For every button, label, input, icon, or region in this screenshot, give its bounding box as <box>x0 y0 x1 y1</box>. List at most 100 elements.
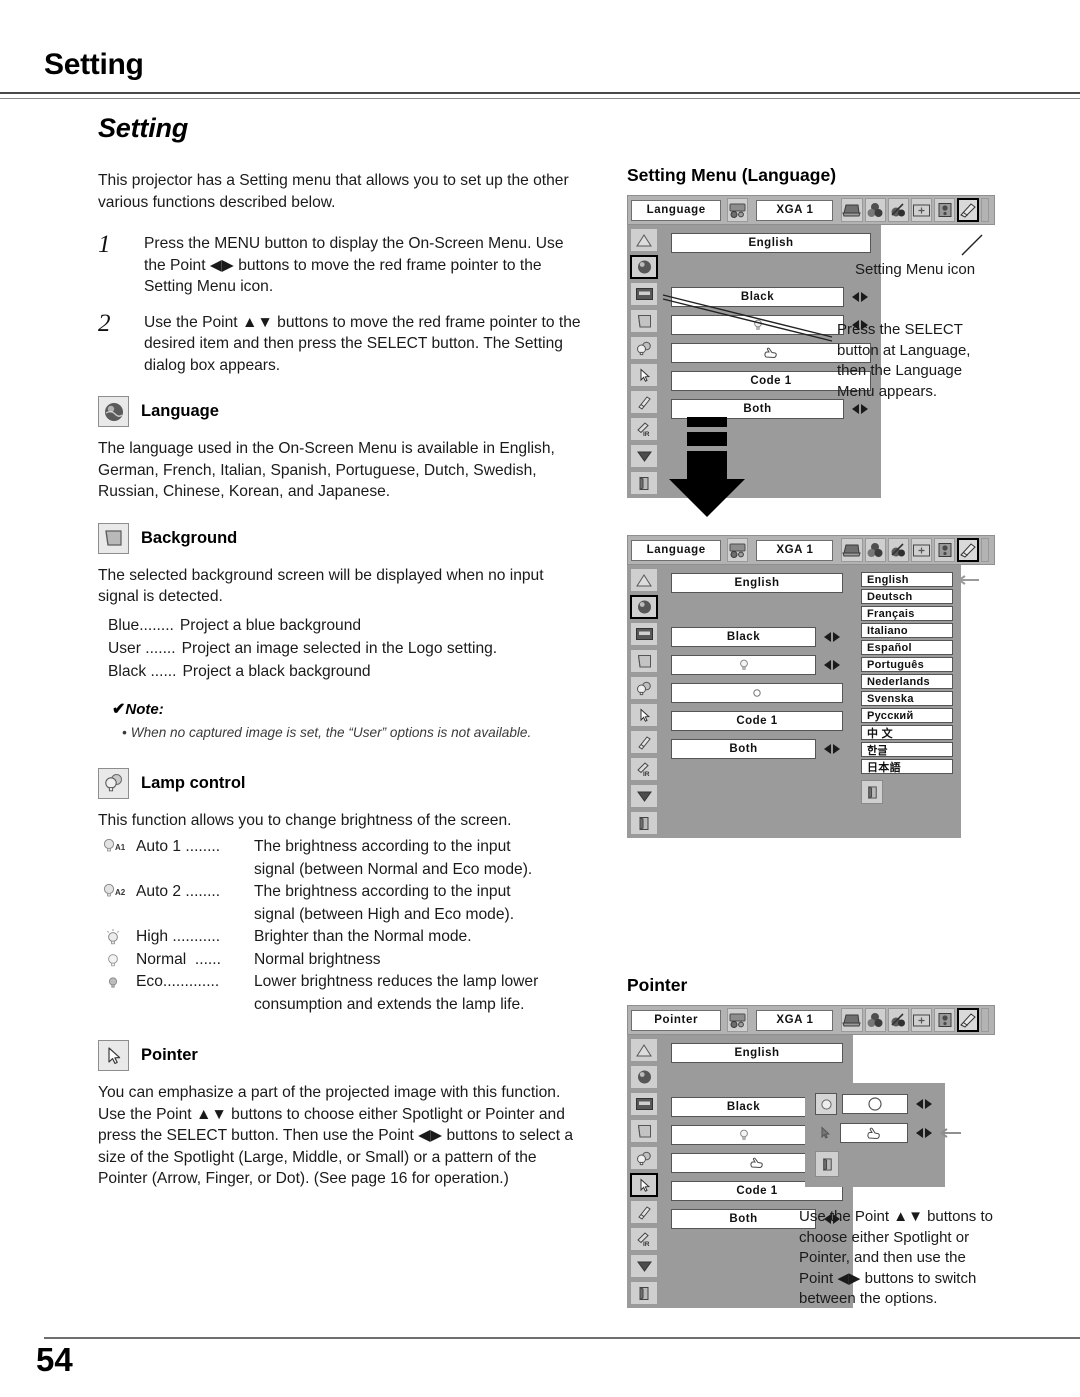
step-number: 2 <box>98 309 111 337</box>
background-icon[interactable] <box>630 309 658 333</box>
pointer-dialog-value <box>840 1123 908 1143</box>
lamp-icon[interactable] <box>630 1146 658 1170</box>
image-adjust-icon[interactable] <box>887 538 909 562</box>
input-source-icon[interactable] <box>727 538 749 562</box>
ir-receiver-icon[interactable]: IR <box>630 417 658 441</box>
logo-icon[interactable] <box>630 622 658 646</box>
keystone-icon[interactable] <box>630 228 658 252</box>
language-option-svenska[interactable]: Svenska <box>861 691 953 706</box>
osd-bar-edge <box>981 198 989 222</box>
color-adjust-icon[interactable] <box>864 1008 886 1032</box>
pointer-dialog-row-pointer[interactable] <box>815 1123 961 1143</box>
pointer-icon[interactable] <box>630 1173 658 1197</box>
keystone-icon[interactable] <box>630 568 658 592</box>
scroll-down-icon[interactable] <box>630 784 658 808</box>
background-icon[interactable] <box>630 1119 658 1143</box>
screen-icon[interactable] <box>910 198 933 222</box>
language-option-espanol[interactable]: Español <box>861 640 953 655</box>
ir-receiver-icon[interactable]: IR <box>630 1227 658 1251</box>
input-icon[interactable] <box>841 198 863 222</box>
lamp-icon[interactable] <box>630 336 658 360</box>
image-adjust-icon[interactable] <box>887 198 909 222</box>
quit-icon[interactable] <box>630 471 658 495</box>
background-icon[interactable] <box>630 649 658 673</box>
input-source-icon[interactable] <box>727 198 749 222</box>
language-option-nederlands[interactable]: Nederlands <box>861 674 953 689</box>
osd-row-language[interactable]: English <box>671 1043 843 1063</box>
pointer-dialog-row-spotlight[interactable] <box>815 1093 935 1115</box>
input-icon[interactable] <box>841 1008 863 1032</box>
language-option-italiano[interactable]: Italiano <box>861 623 953 638</box>
remote-code-icon[interactable] <box>630 390 658 414</box>
setting-icon[interactable] <box>957 198 980 222</box>
screen-icon[interactable] <box>910 1008 933 1032</box>
logo-icon[interactable] <box>630 1092 658 1116</box>
left-right-arrows-icon[interactable] <box>913 1128 935 1138</box>
pointer-icon[interactable] <box>630 363 658 387</box>
left-right-arrows-icon[interactable] <box>849 404 871 414</box>
osd-row-language[interactable]: English <box>671 573 843 593</box>
language-globe-icon[interactable] <box>630 255 658 279</box>
language-option-korean[interactable]: 한글 <box>861 742 953 757</box>
sound-icon[interactable] <box>934 538 956 562</box>
quit-icon[interactable] <box>861 780 883 804</box>
osd-row-pointer[interactable] <box>671 683 843 703</box>
quit-icon[interactable] <box>630 811 658 835</box>
setting-icon[interactable] <box>957 1008 980 1032</box>
logo-icon[interactable] <box>630 282 658 306</box>
scroll-down-icon[interactable] <box>630 444 658 468</box>
lamp-option-auto1-cont: signal (between Normal and Eco mode). <box>254 860 533 878</box>
language-option-chinese[interactable]: 中 文 <box>861 725 953 740</box>
option-value: Normal brightness <box>254 950 381 968</box>
ir-receiver-icon[interactable]: IR <box>630 757 658 781</box>
remote-code-icon[interactable] <box>630 1200 658 1224</box>
option-key: Auto 2 ........ <box>136 883 221 900</box>
osd-row-value: Code 1 <box>671 711 843 731</box>
sound-icon[interactable] <box>934 198 956 222</box>
pointer-icon[interactable] <box>630 703 658 727</box>
section-label: Background <box>141 528 238 547</box>
language-option-portugues[interactable]: Português <box>861 657 953 672</box>
osd-row-background[interactable]: Black <box>671 627 843 647</box>
keystone-icon[interactable] <box>630 1038 658 1062</box>
osd-row-both[interactable]: Both <box>671 399 871 419</box>
sound-icon[interactable] <box>934 1008 956 1032</box>
left-right-arrows-icon[interactable] <box>821 660 843 670</box>
language-option-russian[interactable]: Русский <box>861 708 953 723</box>
language-globe-icon[interactable] <box>630 1065 658 1089</box>
osd-row-both[interactable]: Both <box>671 739 843 759</box>
language-globe-icon[interactable] <box>630 595 658 619</box>
osd-title-field: Language <box>631 199 722 221</box>
osd-row-value <box>671 1125 816 1145</box>
left-right-arrows-icon[interactable] <box>821 632 843 642</box>
osd-row-value: Both <box>671 739 816 759</box>
left-right-arrows-icon[interactable] <box>913 1099 935 1109</box>
scroll-down-icon[interactable] <box>630 1254 658 1278</box>
lamp-option-auto1: A1 Auto 1 ........ The brightness accord… <box>102 836 586 859</box>
osd-rail: IR <box>627 225 661 498</box>
color-adjust-icon[interactable] <box>864 198 886 222</box>
language-body: The language used in the On-Screen Menu … <box>98 440 555 500</box>
quit-icon[interactable] <box>815 1151 839 1177</box>
osd-row-background[interactable]: Black <box>671 287 871 307</box>
language-option-francais[interactable]: Français <box>861 606 953 621</box>
color-adjust-icon[interactable] <box>864 538 886 562</box>
left-right-arrows-icon[interactable] <box>849 292 871 302</box>
osd-row-language[interactable]: English <box>671 233 871 253</box>
lamp-icon[interactable] <box>630 676 658 700</box>
image-adjust-icon[interactable] <box>887 1008 909 1032</box>
left-right-arrows-icon[interactable] <box>821 744 843 754</box>
spotlight-icon <box>815 1093 837 1115</box>
language-option-english[interactable]: English <box>861 572 953 587</box>
quit-icon[interactable] <box>630 1281 658 1305</box>
language-option-japanese[interactable]: 日本語 <box>861 759 953 774</box>
check-icon: ✔ <box>112 700 126 718</box>
input-icon[interactable] <box>841 538 863 562</box>
remote-code-icon[interactable] <box>630 730 658 754</box>
language-option-deutsch[interactable]: Deutsch <box>861 589 953 604</box>
setting-icon[interactable] <box>957 538 980 562</box>
osd-row-lamp[interactable] <box>671 655 843 675</box>
input-source-icon[interactable] <box>727 1008 749 1032</box>
osd-row-code[interactable]: Code 1 <box>671 711 843 731</box>
screen-icon[interactable] <box>910 538 933 562</box>
